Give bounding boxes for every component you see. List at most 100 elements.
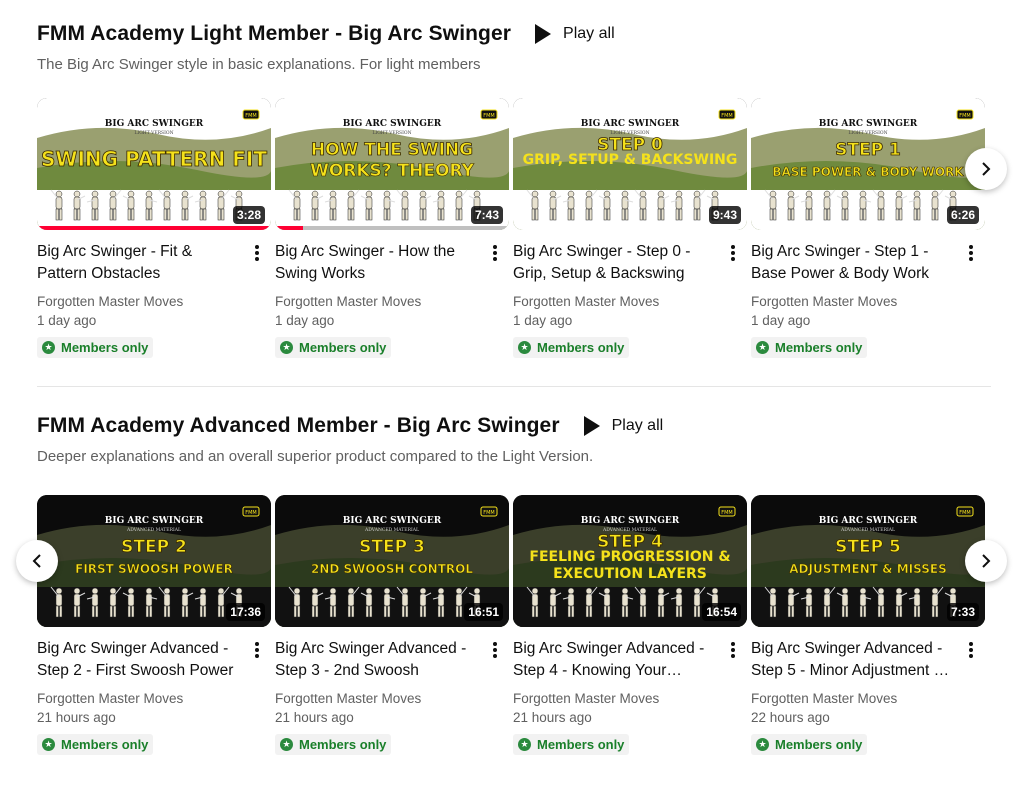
- video-title[interactable]: Big Arc Swinger - Fit & Pattern Obstacle…: [37, 241, 237, 285]
- more-vert-icon[interactable]: [489, 641, 501, 661]
- next-arrow-button[interactable]: [965, 540, 1007, 582]
- upload-age: 1 day ago: [275, 313, 335, 328]
- members-star-icon: ★: [518, 738, 531, 751]
- thumb-sub-text: ADVANCED MATERIAL: [840, 527, 895, 533]
- badge-label: Members only: [61, 737, 149, 752]
- video-thumbnail[interactable]: FMM BIG ARC SWINGER LIGHT VERSION HOW THE S…: [275, 98, 509, 230]
- video-thumbnail[interactable]: FMM BIG ARC SWINGER LIGHT VERSION STEP 1 BAS…: [751, 98, 985, 230]
- badge-label: Members only: [775, 340, 863, 355]
- next-arrow-button[interactable]: [965, 148, 1007, 190]
- more-vert-icon[interactable]: [965, 641, 977, 661]
- channel-name[interactable]: Forgotten Master Moves: [751, 294, 985, 309]
- video-card[interactable]: FMM BIG ARC SWINGER LIGHT VERSION STEP 0 GRI…: [513, 98, 747, 358]
- video-title[interactable]: Big Arc Swinger - Step 1 - Base Power & …: [751, 241, 951, 285]
- more-vert-icon[interactable]: [965, 244, 977, 264]
- watch-progress-bar: [37, 226, 271, 230]
- play-all-label: Play all: [611, 417, 664, 434]
- duration-badge: 16:54: [702, 603, 741, 621]
- video-title[interactable]: Big Arc Swinger Advanced - Step 4 - Know…: [513, 638, 713, 682]
- more-vert-icon[interactable]: [727, 641, 739, 661]
- members-star-icon: ★: [756, 738, 769, 751]
- more-vert-icon[interactable]: [251, 641, 263, 661]
- members-star-icon: ★: [280, 738, 293, 751]
- duration-badge: 16:51: [464, 603, 503, 621]
- thumb-line1: SWING PATTERN FIT: [41, 147, 267, 171]
- video-title[interactable]: Big Arc Swinger Advanced - Step 3 - 2nd …: [275, 638, 475, 682]
- play-all-button[interactable]: Play all: [535, 24, 615, 44]
- video-row-light: FMM BIG ARC SWINGER LIGHT VERSION SWING PAT…: [37, 98, 989, 358]
- thumb-logo: FMM: [959, 510, 971, 516]
- chevron-left-icon: [32, 554, 41, 568]
- video-title[interactable]: Big Arc Swinger Advanced - Step 5 - Mino…: [751, 638, 951, 682]
- video-thumbnail[interactable]: FMM BIG ARC SWINGER LIGHT VERSION STEP 0 GRI…: [513, 98, 747, 230]
- thumb-line1: HOW THE SWING: [311, 140, 473, 160]
- play-all-button[interactable]: Play all: [583, 416, 664, 436]
- video-card[interactable]: FMM BIG ARC SWINGER ADVANCED MATERIAL STEP …: [275, 495, 509, 755]
- members-star-icon: ★: [42, 738, 55, 751]
- chevron-right-icon: [982, 162, 991, 176]
- badge-label: Members only: [299, 340, 387, 355]
- shelf-light-member: FMM Academy Light Member - Big Arc Swing…: [37, 21, 991, 73]
- shelf-header: FMM Academy Advanced Member - Big Arc Sw…: [37, 413, 991, 439]
- channel-name[interactable]: Forgotten Master Moves: [513, 294, 747, 309]
- channel-name[interactable]: Forgotten Master Moves: [513, 691, 747, 706]
- more-vert-icon[interactable]: [489, 244, 501, 264]
- video-card[interactable]: FMM BIG ARC SWINGER LIGHT VERSION STEP 1 BAS…: [751, 98, 985, 358]
- video-row-advanced: FMM BIG ARC SWINGER ADVANCED MATERIAL STEP …: [37, 495, 989, 755]
- thumb-line1: STEP 3: [359, 537, 425, 557]
- duration-badge: 9:43: [708, 206, 741, 224]
- duration-badge: 17:36: [226, 603, 265, 621]
- video-thumbnail[interactable]: FMM BIG ARC SWINGER ADVANCED MATERIAL STEP …: [275, 495, 509, 627]
- video-card[interactable]: FMM BIG ARC SWINGER LIGHT VERSION HOW THE S…: [275, 98, 509, 358]
- thumb-line2: GRIP, SETUP & BACKSWING: [522, 152, 738, 168]
- thumb-line1: STEP 2: [121, 537, 187, 557]
- upload-age: 21 hours ago: [37, 710, 116, 725]
- video-title[interactable]: Big Arc Swinger - Step 0 - Grip, Setup &…: [513, 241, 713, 285]
- thumb-logo: FMM: [483, 113, 495, 119]
- duration-badge: 7:33: [946, 603, 979, 621]
- video-card[interactable]: FMM BIG ARC SWINGER ADVANCED MATERIAL STEP …: [513, 495, 747, 755]
- members-star-icon: ★: [518, 341, 531, 354]
- channel-name[interactable]: Forgotten Master Moves: [37, 691, 271, 706]
- members-star-icon: ★: [42, 341, 55, 354]
- video-card[interactable]: FMM BIG ARC SWINGER LIGHT VERSION SWING PAT…: [37, 98, 271, 358]
- upload-age: 1 day ago: [513, 313, 573, 328]
- upload-age: 1 day ago: [37, 313, 97, 328]
- play-icon: [583, 416, 600, 436]
- video-thumbnail[interactable]: FMM BIG ARC SWINGER ADVANCED MATERIAL STEP …: [37, 495, 271, 627]
- more-vert-icon[interactable]: [251, 244, 263, 264]
- play-all-label: Play all: [563, 25, 615, 42]
- members-only-badge: ★ Members only: [275, 734, 392, 755]
- members-only-badge: ★ Members only: [751, 337, 868, 358]
- thumb-line2: 2ND SWOOSH CONTROL: [311, 562, 473, 576]
- thumb-line1: STEP 1: [835, 140, 901, 160]
- video-thumbnail[interactable]: FMM BIG ARC SWINGER ADVANCED MATERIAL STEP …: [751, 495, 985, 627]
- duration-badge: 3:28: [232, 206, 265, 224]
- upload-age: 22 hours ago: [751, 710, 830, 725]
- thumb-line2: WORKS? THEORY: [310, 161, 475, 181]
- prev-arrow-button[interactable]: [16, 540, 58, 582]
- thumb-line2: FEELING PROGRESSION & EXECUTION LAYERS: [529, 549, 731, 582]
- shelf-title[interactable]: FMM Academy Advanced Member - Big Arc Sw…: [37, 414, 560, 438]
- video-title[interactable]: Big Arc Swinger Advanced - Step 2 - Firs…: [37, 638, 237, 682]
- thumb-top-text: BIG ARC SWINGER: [343, 516, 442, 526]
- video-thumbnail[interactable]: FMM BIG ARC SWINGER LIGHT VERSION SWING PAT…: [37, 98, 271, 230]
- video-title[interactable]: Big Arc Swinger - How the Swing Works: [275, 241, 475, 285]
- channel-name[interactable]: Forgotten Master Moves: [275, 691, 509, 706]
- thumb-top-text: BIG ARC SWINGER: [343, 119, 442, 129]
- channel-name[interactable]: Forgotten Master Moves: [37, 294, 271, 309]
- video-card[interactable]: FMM BIG ARC SWINGER ADVANCED MATERIAL STEP …: [751, 495, 985, 755]
- thumb-sub-text: LIGHT VERSION: [372, 130, 411, 136]
- channel-name[interactable]: Forgotten Master Moves: [275, 294, 509, 309]
- members-only-badge: ★ Members only: [513, 337, 630, 358]
- more-vert-icon[interactable]: [727, 244, 739, 264]
- video-card[interactable]: FMM BIG ARC SWINGER ADVANCED MATERIAL STEP …: [37, 495, 271, 755]
- thumb-top-text: BIG ARC SWINGER: [105, 119, 204, 129]
- thumb-sub-text: ADVANCED MATERIAL: [126, 527, 181, 533]
- channel-name[interactable]: Forgotten Master Moves: [751, 691, 985, 706]
- upload-age: 21 hours ago: [275, 710, 354, 725]
- badge-label: Members only: [775, 737, 863, 752]
- video-thumbnail[interactable]: FMM BIG ARC SWINGER ADVANCED MATERIAL STEP …: [513, 495, 747, 627]
- shelf-title[interactable]: FMM Academy Light Member - Big Arc Swing…: [37, 22, 511, 46]
- thumb-line2: ADJUSTMENT & MISSES: [789, 562, 946, 576]
